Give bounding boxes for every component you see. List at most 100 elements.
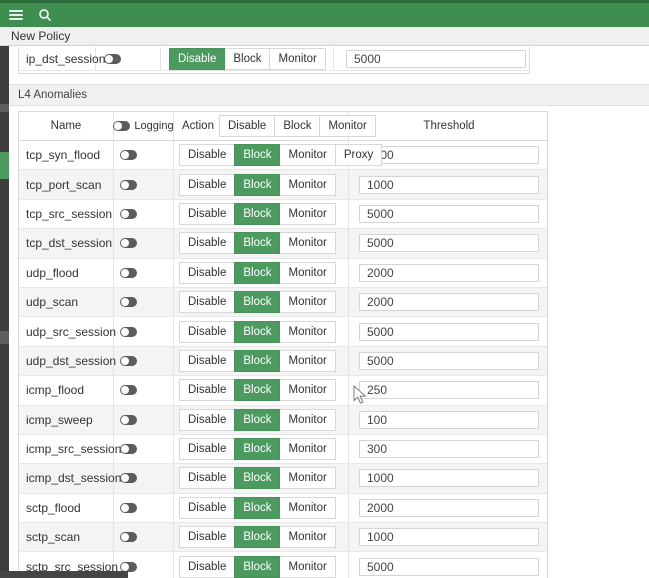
action-disable-button[interactable]: Disable [179, 232, 236, 255]
action-block-button[interactable]: Block [234, 526, 281, 549]
action-monitor-button[interactable]: Monitor [279, 555, 336, 578]
action-disable-button[interactable]: Disable [179, 261, 236, 284]
action-monitor-button[interactable]: Monitor [279, 173, 336, 196]
threshold-input[interactable] [359, 440, 539, 459]
anomaly-name: tcp_dst_session [19, 229, 114, 258]
action-disable-button[interactable]: Disable [179, 408, 236, 431]
action-monitor-button[interactable]: Monitor [279, 291, 336, 314]
threshold-input[interactable] [359, 204, 539, 223]
threshold-input[interactable] [359, 557, 539, 576]
threshold-input[interactable] [359, 146, 539, 165]
tab-new-policy[interactable]: New Policy [0, 29, 70, 43]
action-monitor-button[interactable]: Monitor [279, 349, 336, 372]
action-block-button[interactable]: Block [234, 320, 281, 343]
action-disable-button[interactable]: Disable [179, 379, 236, 402]
action-monitor-button[interactable]: Monitor [279, 232, 336, 255]
action-all-monitor-button[interactable]: Monitor [319, 115, 376, 137]
threshold-input[interactable] [359, 410, 539, 429]
logging-toggle[interactable] [120, 473, 137, 484]
logging-toggle[interactable] [120, 208, 137, 219]
logging-toggle[interactable] [120, 444, 137, 455]
action-disable-button[interactable]: Disable [169, 47, 226, 70]
threshold-input[interactable] [359, 528, 539, 547]
logging-toggle[interactable] [120, 267, 137, 278]
threshold-input[interactable] [359, 175, 539, 194]
action-block-button[interactable]: Block [234, 144, 281, 167]
action-block-button[interactable]: Block [234, 408, 281, 431]
anomaly-name: sctp_scan [19, 523, 114, 552]
action-block-button[interactable]: Block [234, 496, 281, 519]
logging-toggle[interactable] [120, 355, 137, 366]
logging-toggle[interactable] [120, 150, 137, 161]
threshold-input[interactable] [359, 469, 539, 488]
action-block-button[interactable]: Block [234, 173, 281, 196]
action-disable-button[interactable]: Disable [179, 526, 236, 549]
action-segmented-control: Disable Block Monitor [179, 232, 336, 255]
action-disable-button[interactable]: Disable [179, 202, 236, 225]
action-block-button[interactable]: Block [234, 379, 281, 402]
logging-toggle[interactable] [120, 532, 137, 543]
threshold-input[interactable] [359, 234, 539, 253]
collapsed-sidebar[interactable] [0, 46, 9, 578]
action-block-button[interactable]: Block [234, 232, 281, 255]
threshold-input[interactable] [359, 322, 539, 341]
action-monitor-button[interactable]: Monitor [279, 144, 336, 167]
threshold-input[interactable] [359, 498, 539, 517]
action-disable-button[interactable]: Disable [179, 438, 236, 461]
logging-toggle[interactable] [120, 297, 137, 308]
action-monitor-button[interactable]: Monitor [279, 467, 336, 490]
action-all-disable-button[interactable]: Disable [218, 115, 276, 137]
logging-toggle[interactable] [120, 385, 137, 396]
action-proxy-button[interactable]: Proxy [334, 144, 383, 167]
action-monitor-button[interactable]: Monitor [279, 438, 336, 461]
action-monitor-button[interactable]: Monitor [279, 202, 336, 225]
action-monitor-button[interactable]: Monitor [279, 526, 336, 549]
anomaly-name: icmp_sweep [19, 405, 114, 434]
table-row: sctp_scan Disable Block Monitor [19, 523, 547, 553]
logging-all-toggle[interactable] [113, 121, 131, 131]
logging-label: Logging [134, 120, 174, 132]
magnifier-glyph [39, 9, 52, 22]
table-row: udp_flood Disable Block Monitor [19, 258, 547, 288]
action-monitor-button[interactable]: Monitor [279, 320, 336, 343]
logging-toggle[interactable] [104, 53, 121, 64]
logging-toggle[interactable] [120, 502, 137, 513]
action-block-button[interactable]: Block [234, 467, 281, 490]
logging-toggle[interactable] [120, 238, 137, 249]
action-disable-button[interactable]: Disable [179, 144, 236, 167]
action-disable-button[interactable]: Disable [179, 467, 236, 490]
action-block-button[interactable]: Block [234, 261, 281, 284]
threshold-input[interactable] [346, 49, 526, 68]
search-icon[interactable] [38, 8, 52, 22]
action-block-button[interactable]: Block [234, 555, 281, 578]
threshold-input[interactable] [359, 293, 539, 312]
threshold-input[interactable] [359, 263, 539, 282]
threshold-input[interactable] [359, 381, 539, 400]
l4-anomalies-table: Name Logging Action Disable Block Monito… [18, 111, 548, 578]
action-monitor-button[interactable]: Monitor [279, 408, 336, 431]
logging-toggle[interactable] [120, 179, 137, 190]
action-segmented-control: Disable Block Monitor [179, 320, 336, 343]
action-monitor-button[interactable]: Monitor [269, 47, 326, 70]
hamburger-menu-icon[interactable] [9, 10, 23, 20]
action-disable-button[interactable]: Disable [179, 173, 236, 196]
action-block-button[interactable]: Block [234, 291, 281, 314]
threshold-input[interactable] [359, 351, 539, 370]
action-block-button[interactable]: Block [234, 202, 281, 225]
action-disable-button[interactable]: Disable [179, 555, 236, 578]
action-block-button[interactable]: Block [234, 349, 281, 372]
action-disable-button[interactable]: Disable [179, 291, 236, 314]
action-monitor-button[interactable]: Monitor [279, 379, 336, 402]
action-all-block-button[interactable]: Block [274, 115, 321, 137]
action-segmented-control: Disable Block Monitor [179, 261, 336, 284]
logging-toggle[interactable] [120, 326, 137, 337]
action-disable-button[interactable]: Disable [179, 349, 236, 372]
action-block-button[interactable]: Block [234, 438, 281, 461]
action-monitor-button[interactable]: Monitor [279, 496, 336, 519]
action-monitor-button[interactable]: Monitor [279, 261, 336, 284]
action-block-button[interactable]: Block [224, 47, 271, 70]
action-disable-button[interactable]: Disable [179, 496, 236, 519]
action-disable-button[interactable]: Disable [179, 320, 236, 343]
logging-toggle[interactable] [120, 414, 137, 425]
table-row: icmp_flood Disable Block Monitor [19, 376, 547, 406]
